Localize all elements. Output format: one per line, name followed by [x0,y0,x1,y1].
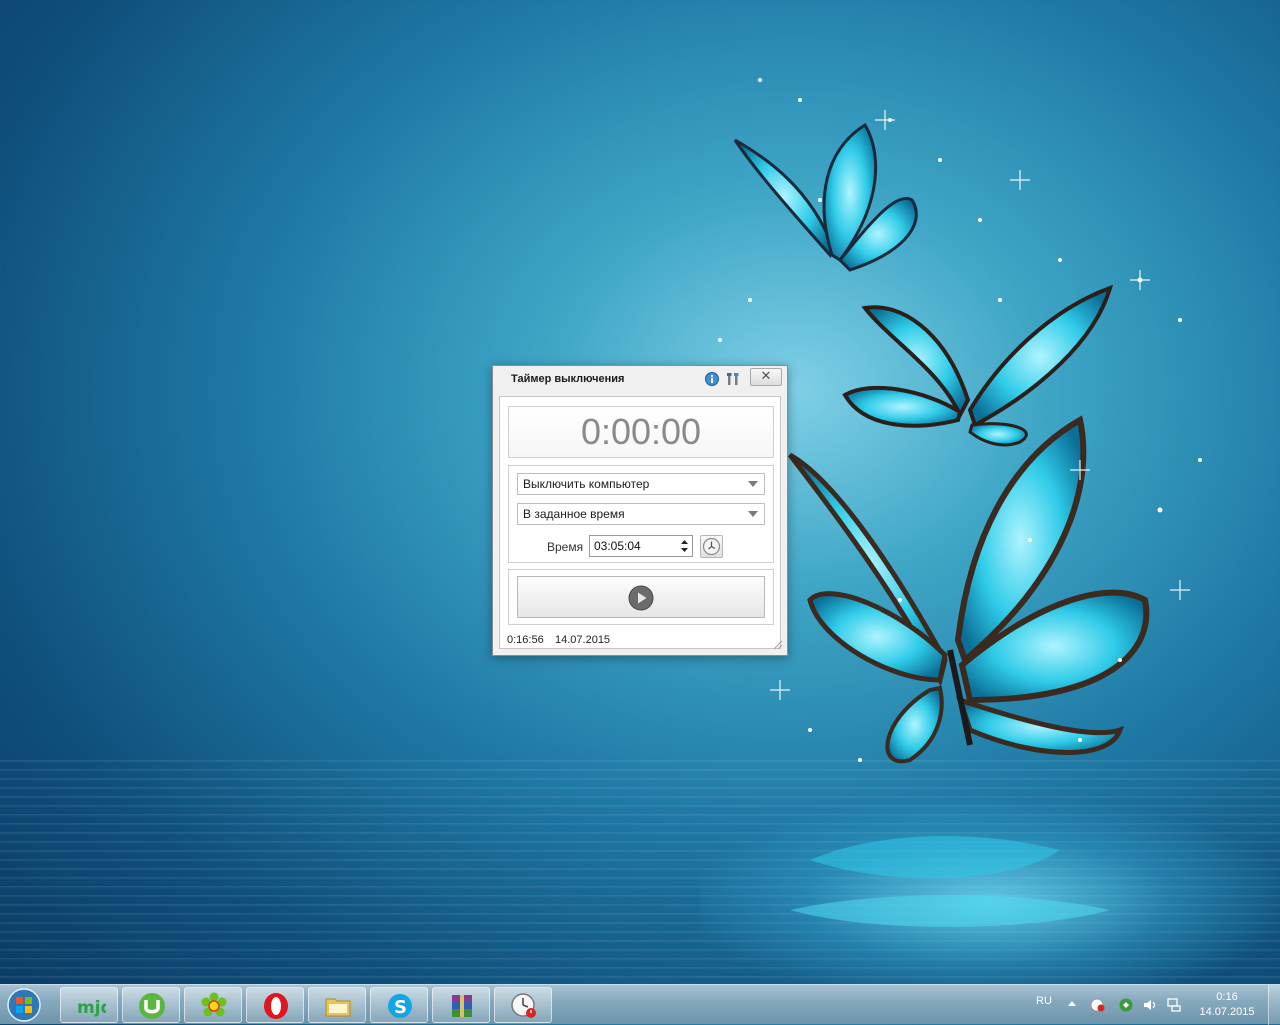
recycle-tray-icon[interactable] [1118,997,1134,1013]
taskbar-button-opera[interactable] [246,987,304,1023]
countdown-display: 0:00:00 [580,411,702,452]
time-input[interactable]: 03:05:04 [589,535,693,557]
time-label: Время [547,540,584,554]
current-time-button[interactable] [700,535,723,558]
taskbar-button-utorrent[interactable] [122,987,180,1023]
taskbar-button-skype[interactable]: S [370,987,428,1023]
info-icon[interactable] [705,372,719,386]
taskbar-button-icq[interactable] [184,987,242,1023]
skype-icon: S [388,994,412,1018]
utorrent-icon [139,993,165,1019]
action-select-value: Выключить компьютер [523,477,650,491]
taskbar-button-shutdown-timer[interactable] [494,987,552,1023]
volume-icon[interactable] [1142,997,1158,1013]
svg-text:S: S [394,997,407,1018]
settings-panel: Выключить компьютер В заданное время Вре… [508,465,774,563]
clock-time: 0:16 [1216,991,1238,1003]
play-icon [628,585,654,611]
folder-icon [325,998,351,1017]
mode-select-value: В заданное время [523,507,625,521]
time-input-value: 03:05:04 [594,539,641,553]
taskbar: mjd S [0,984,1280,1025]
shutdown-timer-window: Таймер выключения ✕ 0:00:00 Выключить ко… [492,365,788,656]
resize-grip-icon[interactable] [771,638,783,650]
winrar-icon [452,995,472,1017]
clock-icon [702,537,721,556]
status-current-time: 0:16:56 [507,634,544,646]
show-hidden-icons-arrow-icon[interactable] [1068,1001,1076,1006]
taskbar-button-winrar[interactable] [432,987,490,1023]
settings-tools-icon[interactable] [725,371,741,387]
action-select[interactable]: Выключить компьютер [517,473,765,495]
clock-date: 14.07.2015 [1199,1006,1255,1018]
language-indicator[interactable]: RU [1036,995,1052,1007]
taskbar-button-explorer[interactable] [308,987,366,1023]
taskbar-button-md-app[interactable]: mjd [60,987,118,1023]
mjd-logo-icon: mjd [77,998,106,1018]
chevron-down-icon [748,511,758,517]
timer-panel: 0:00:00 [508,406,774,458]
mjd-logo-text: mjd [77,998,106,1018]
close-button[interactable]: ✕ [750,368,782,386]
window-titlebar[interactable]: Таймер выключения ✕ [493,366,787,396]
windows-start-button[interactable] [6,987,42,1023]
tray-app-icon[interactable] [1090,997,1106,1013]
show-desktop-button[interactable] [1268,985,1280,1025]
spin-arrows-icon[interactable] [680,538,689,554]
start-panel [508,569,774,625]
icq-flower-icon [201,992,227,1017]
chevron-down-icon [748,481,758,487]
status-bar: 0:16:56 14.07.2015 [493,628,787,654]
timer-clock-icon [511,993,536,1018]
taskbar-clock[interactable]: 0:16 14.07.2015 [1192,990,1262,1020]
window-title: Таймер выключения [511,373,625,385]
start-button[interactable] [517,576,765,618]
status-current-date: 14.07.2015 [555,634,611,646]
opera-icon [264,993,288,1019]
window-content: 0:00:00 Выключить компьютер В заданное в… [499,396,781,649]
network-icon[interactable] [1166,997,1182,1013]
mode-select[interactable]: В заданное время [517,503,765,525]
